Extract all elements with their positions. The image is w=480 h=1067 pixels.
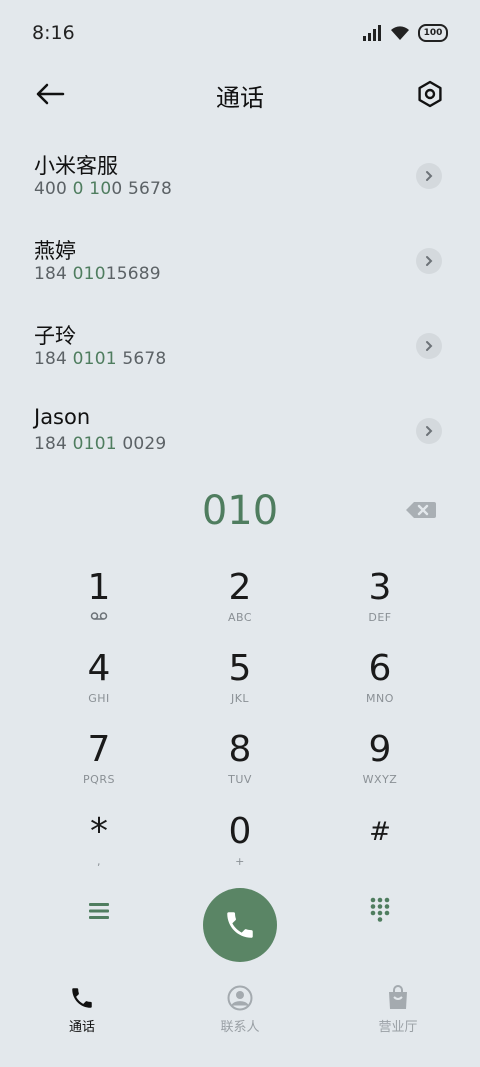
key-digit: 9 <box>368 729 392 770</box>
nav-tab-label: 通话 <box>68 1020 95 1035</box>
backspace-button[interactable] <box>404 498 438 522</box>
key-digit: 1 <box>87 567 111 608</box>
chevron-right-icon <box>426 256 433 266</box>
nav-tab-service-hall[interactable]: 营业厅 <box>338 984 458 1035</box>
key-letters: ABC <box>227 611 253 624</box>
status-icons: 100 <box>362 24 448 42</box>
dial-action-row <box>0 886 480 966</box>
contact-detail-button[interactable] <box>416 418 442 444</box>
key-letters: + <box>235 855 245 868</box>
key-digit: 7 <box>87 729 111 770</box>
key-2[interactable]: 2 ABC <box>170 568 310 648</box>
contact-name: 子玲 <box>34 324 76 348</box>
key-digit: * <box>90 811 108 852</box>
contact-number: 184 0101 5678 <box>34 349 167 369</box>
key-8[interactable]: 8 TUV <box>170 730 310 810</box>
key-digit: 0 <box>228 811 252 852</box>
person-icon <box>180 984 300 1012</box>
menu-icon <box>89 903 109 919</box>
nav-tab-calls[interactable]: 通话 <box>22 984 142 1035</box>
key-letters: TUV <box>228 773 252 786</box>
key-7[interactable]: 7 PQRS <box>29 730 169 810</box>
key-digit: 4 <box>87 648 111 689</box>
key-9[interactable]: 9 WXYZ <box>310 730 450 810</box>
key-digit: 2 <box>228 567 252 608</box>
key-letters <box>310 855 450 869</box>
key-letters: , <box>97 855 101 868</box>
battery-icon: 100 <box>418 24 448 42</box>
phone-icon <box>227 912 253 938</box>
chevron-right-icon <box>426 171 433 181</box>
key-hash[interactable]: # <box>310 812 450 892</box>
key-4[interactable]: 4 GHI <box>29 649 169 729</box>
contact-row[interactable]: 小米客服 400 0 100 5678 <box>0 142 480 227</box>
call-button[interactable] <box>203 888 277 962</box>
settings-button[interactable] <box>410 74 450 114</box>
key-digit: # <box>369 817 391 847</box>
key-0[interactable]: 0 + <box>170 812 310 892</box>
backspace-icon <box>406 502 436 518</box>
key-digit: 3 <box>368 567 392 608</box>
contact-name: 燕婷 <box>34 239 76 263</box>
chevron-right-icon <box>426 426 433 436</box>
key-6[interactable]: 6 MNO <box>310 649 450 729</box>
key-letters: WXYZ <box>362 773 398 786</box>
nav-tab-contacts[interactable]: 联系人 <box>180 984 300 1035</box>
contact-suggestion-list: 小米客服 400 0 100 5678 燕婷 184 01015689 子玲 1… <box>0 142 480 482</box>
contact-row[interactable]: 燕婷 184 01015689 <box>0 227 480 312</box>
dial-display: 010 <box>0 486 480 538</box>
menu-button[interactable] <box>82 894 116 928</box>
contact-number: 184 01015689 <box>34 264 161 284</box>
dialpad-icon <box>370 897 390 922</box>
shopping-bag-icon <box>338 984 458 1012</box>
nav-tab-label: 联系人 <box>220 1020 260 1035</box>
nav-tab-label: 营业厅 <box>378 1020 418 1035</box>
chevron-right-icon <box>426 341 433 351</box>
key-digit: 8 <box>228 729 252 770</box>
page-title: 通话 <box>216 84 264 112</box>
signal-icon <box>363 25 381 41</box>
status-time: 8:16 <box>32 22 75 44</box>
contact-name: 小米客服 <box>34 154 118 178</box>
status-bar: 8:16 100 <box>0 0 480 68</box>
key-letters: PQRS <box>83 773 115 786</box>
key-digit: 5 <box>228 648 252 689</box>
contact-number: 400 0 100 5678 <box>34 179 173 199</box>
contact-detail-button[interactable] <box>416 248 442 274</box>
key-letters: JKL <box>230 692 250 705</box>
key-3[interactable]: 3 DEF <box>310 568 450 648</box>
contact-detail-button[interactable] <box>416 333 442 359</box>
dialpad-toggle-button[interactable] <box>362 892 398 928</box>
key-letters: MNO <box>366 692 394 705</box>
bottom-nav: 通话 联系人 营业厅 <box>0 980 480 1040</box>
key-1[interactable]: 1 <box>29 568 169 648</box>
contact-row[interactable]: 子玲 184 0101 5678 <box>0 312 480 397</box>
wifi-icon <box>391 26 409 40</box>
voicemail-icon <box>29 611 169 625</box>
hexagon-settings-icon <box>418 80 442 108</box>
contact-number: 184 0101 0029 <box>34 434 167 454</box>
key-digit: 6 <box>368 648 392 689</box>
contact-name: Jason <box>34 405 91 429</box>
key-5[interactable]: 5 JKL <box>170 649 310 729</box>
key-letters: GHI <box>88 692 110 705</box>
key-star[interactable]: * , <box>29 812 169 892</box>
header: 通话 <box>0 68 480 120</box>
key-letters: DEF <box>368 611 392 624</box>
phone-icon <box>22 984 142 1012</box>
contact-detail-button[interactable] <box>416 163 442 189</box>
contact-row[interactable]: Jason 184 0101 0029 <box>0 397 480 482</box>
